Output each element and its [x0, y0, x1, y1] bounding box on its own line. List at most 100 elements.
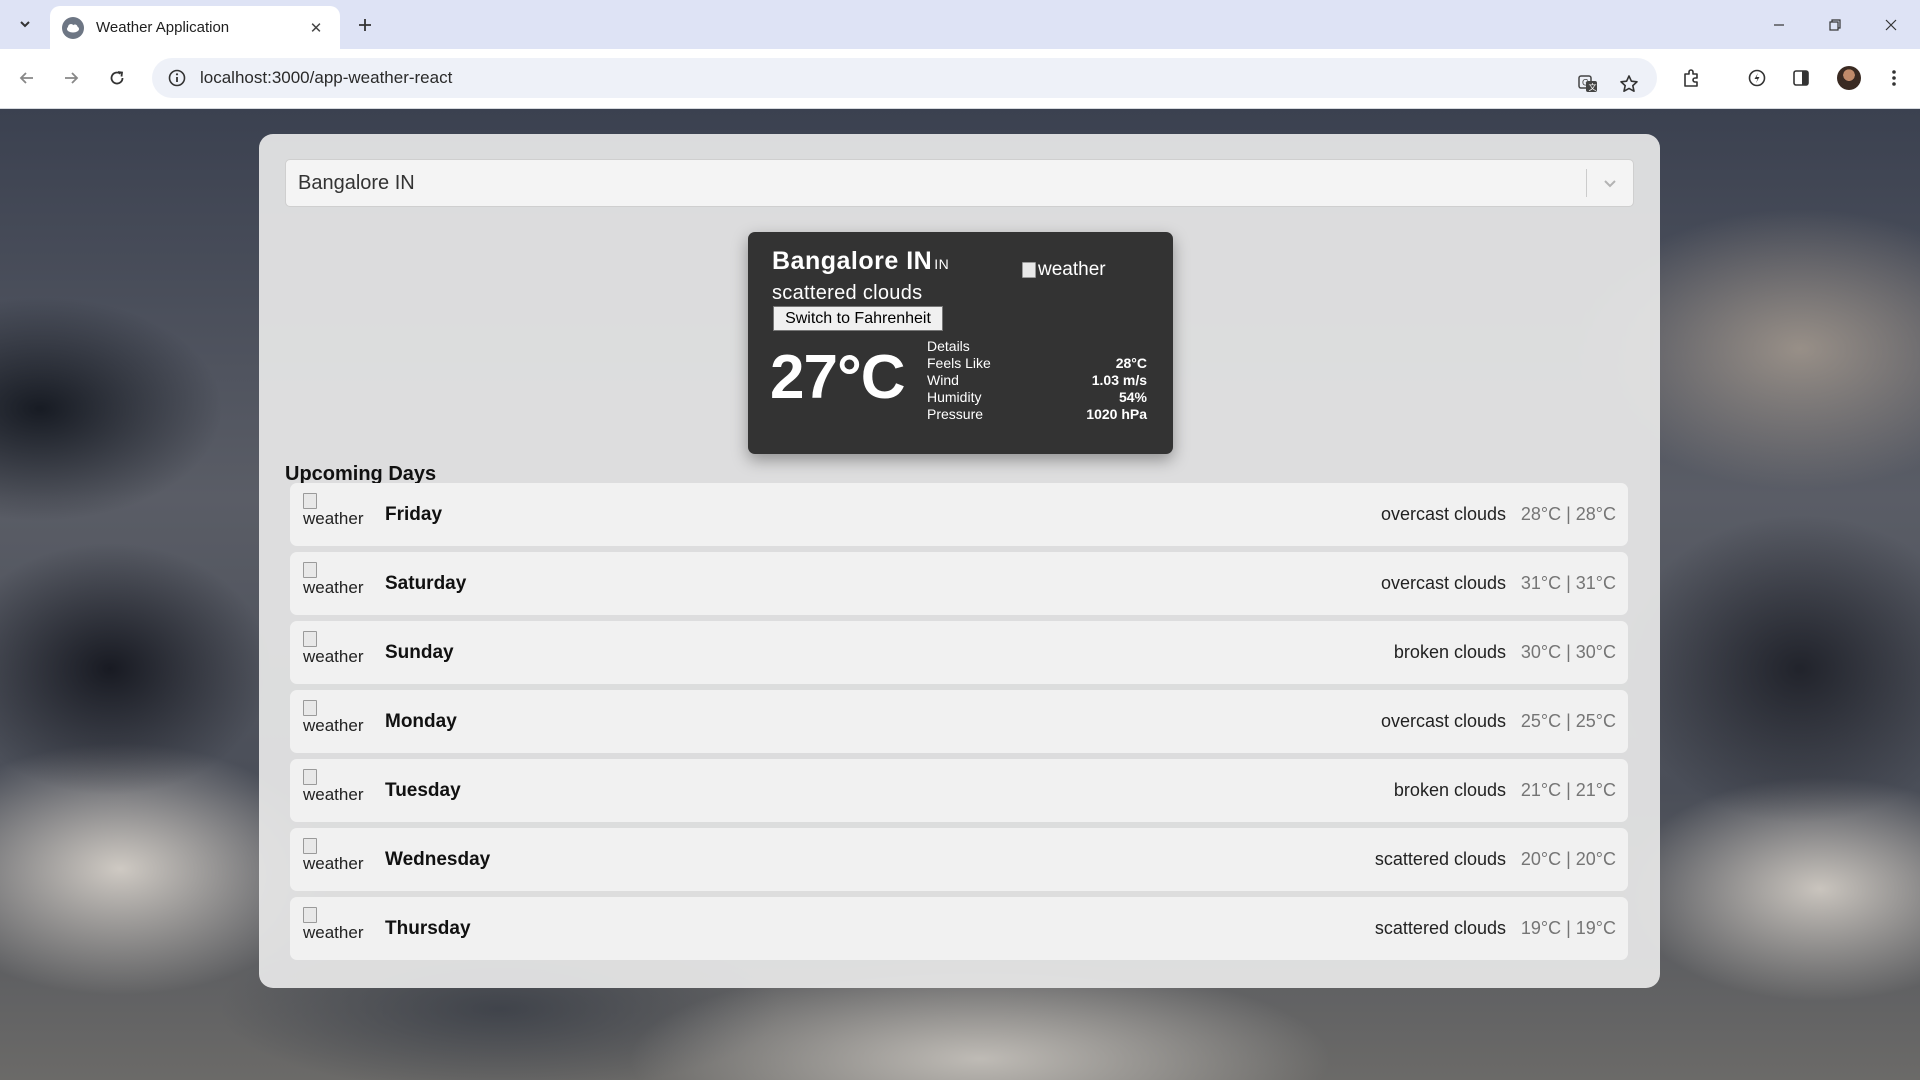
- browser-tab[interactable]: Weather Application ✕: [50, 6, 340, 49]
- forecast-row-monday[interactable]: weather Monday overcast clouds 25°C | 25…: [290, 690, 1628, 753]
- back-button[interactable]: [9, 60, 45, 96]
- forecast-day-name: Friday: [385, 503, 443, 525]
- page-background: Bangalore IN Bangalore IN IN scattered cl…: [0, 109, 1920, 1080]
- url-text: localhost:3000/app-weather-react: [200, 68, 453, 87]
- forecast-row-friday[interactable]: weather Friday overcast clouds 28°C | 28…: [290, 483, 1628, 546]
- forecast-day-name: Tuesday: [385, 779, 461, 801]
- forecast-row-sunday[interactable]: weather Sunday broken clouds 30°C | 30°C: [290, 621, 1628, 684]
- broken-image-icon: [303, 493, 317, 509]
- forecast-day-name: Monday: [385, 710, 457, 732]
- detail-value: 28°C: [1115, 355, 1147, 371]
- forecast-description: scattered clouds: [1374, 918, 1506, 938]
- forecast-icon-alt: weather: [303, 923, 364, 942]
- forecast-icon-alt: weather: [303, 509, 364, 528]
- broken-image-icon: [303, 631, 317, 647]
- current-temperature: 27°C: [770, 343, 906, 412]
- minimize-button[interactable]: [1751, 0, 1807, 49]
- favicon-icon: [62, 16, 84, 39]
- current-city: Bangalore IN IN: [772, 247, 949, 276]
- minimize-icon: [1774, 23, 1784, 26]
- forecast-description: scattered clouds: [1374, 849, 1506, 869]
- new-tab-button[interactable]: [350, 10, 380, 40]
- forecast-row-tuesday[interactable]: weather Tuesday broken clouds 21°C | 21°…: [290, 759, 1628, 822]
- performance-icon[interactable]: [1739, 60, 1775, 96]
- detail-value: 1.03 m/s: [1091, 372, 1147, 388]
- detail-feels-like: Feels Like 28°C: [927, 355, 1147, 372]
- forecast-list: weather Friday overcast clouds 28°C | 28…: [290, 483, 1628, 966]
- forecast-icon-alt: weather: [303, 785, 364, 804]
- forecast-day-name: Thursday: [385, 917, 471, 939]
- chevron-down-icon: [1604, 180, 1616, 188]
- forecast-description: overcast clouds: [1380, 711, 1506, 731]
- broken-image-icon: [303, 769, 317, 785]
- current-weather-card: Bangalore IN IN scattered clouds weather …: [748, 232, 1173, 454]
- detail-value: 1020 hPa: [1086, 406, 1147, 422]
- arrow-right-icon: [65, 72, 79, 84]
- forecast-weather-icon: weather: [303, 631, 367, 671]
- forecast-temps: 28°C | 28°C: [1520, 504, 1616, 524]
- forecast-weather-icon: weather: [303, 769, 367, 809]
- forecast-temps: 20°C | 20°C: [1520, 849, 1616, 869]
- forecast-temps: 21°C | 21°C: [1520, 780, 1616, 800]
- profile-avatar[interactable]: [1831, 60, 1867, 96]
- forecast-weather-icon: weather: [303, 700, 367, 740]
- forecast-row-wednesday[interactable]: weather Wednesday scattered clouds 20°C …: [290, 828, 1628, 891]
- tab-search-button[interactable]: [10, 9, 40, 39]
- forecast-day-name: Wednesday: [385, 848, 491, 870]
- broken-image-icon: [303, 838, 317, 854]
- dropdown-toggle[interactable]: [1587, 160, 1633, 206]
- detail-label: Humidity: [927, 389, 982, 405]
- forecast-description: broken clouds: [1393, 780, 1506, 800]
- current-weather-icon: weather: [1022, 259, 1106, 281]
- search-input[interactable]: Bangalore IN: [286, 172, 1586, 195]
- detail-label: Wind: [927, 372, 959, 388]
- detail-value: 54%: [1118, 389, 1147, 405]
- reload-icon: [110, 71, 124, 85]
- restore-icon: [1829, 18, 1841, 31]
- reload-button[interactable]: [99, 60, 135, 96]
- detail-humidity: Humidity 54%: [927, 389, 1147, 406]
- forecast-description: overcast clouds: [1380, 504, 1506, 524]
- forecast-day-name: Saturday: [385, 572, 467, 594]
- broken-image-icon: [303, 907, 317, 923]
- current-description: scattered clouds: [772, 282, 923, 304]
- forecast-weather-icon: weather: [303, 562, 367, 602]
- forecast-weather-icon: weather: [303, 493, 367, 533]
- side-panel-icon[interactable]: [1783, 60, 1819, 96]
- city-search-select[interactable]: Bangalore IN: [285, 159, 1634, 207]
- browser-tab-bar: Weather Application ✕: [0, 0, 1920, 49]
- arrow-left-icon: [19, 72, 33, 84]
- forecast-row-saturday[interactable]: weather Saturday overcast clouds 31°C | …: [290, 552, 1628, 615]
- forecast-row-thursday[interactable]: weather Thursday scattered clouds 19°C |…: [290, 897, 1628, 960]
- svg-text:文: 文: [1589, 82, 1597, 92]
- translate-icon[interactable]: G文: [1570, 66, 1606, 102]
- close-window-button[interactable]: [1863, 0, 1919, 49]
- close-tab-icon[interactable]: ✕: [304, 16, 328, 40]
- city-country-code: IN: [934, 256, 950, 272]
- forward-button[interactable]: [53, 60, 89, 96]
- site-info-icon[interactable]: [166, 67, 188, 89]
- forecast-temps: 31°C | 31°C: [1520, 573, 1616, 593]
- close-icon: [1885, 19, 1897, 30]
- switch-unit-button[interactable]: Switch to Fahrenheit: [773, 306, 943, 331]
- menu-button[interactable]: [1876, 60, 1912, 96]
- forecast-day-name: Sunday: [385, 641, 454, 663]
- extensions-icon[interactable]: [1673, 60, 1709, 96]
- broken-image-icon: [1022, 262, 1036, 278]
- tab-title: Weather Application: [96, 19, 230, 36]
- forecast-description: broken clouds: [1393, 642, 1506, 662]
- detail-wind: Wind 1.03 m/s: [927, 372, 1147, 389]
- detail-label: Pressure: [927, 406, 984, 422]
- avatar: [1837, 66, 1861, 90]
- browser-toolbar: localhost:3000/app-weather-react G文: [0, 49, 1920, 109]
- restore-button[interactable]: [1807, 0, 1863, 49]
- forecast-temps: 19°C | 19°C: [1520, 918, 1616, 938]
- bookmark-star-icon[interactable]: [1611, 66, 1647, 102]
- plus-icon: [359, 19, 371, 31]
- detail-label: Feels Like: [927, 355, 991, 371]
- forecast-icon-alt: weather: [303, 647, 364, 666]
- address-bar[interactable]: localhost:3000/app-weather-react G文: [152, 58, 1657, 98]
- more-vertical-icon: [1892, 70, 1896, 86]
- city-name: Bangalore IN: [772, 247, 933, 275]
- broken-image-icon: [303, 700, 317, 716]
